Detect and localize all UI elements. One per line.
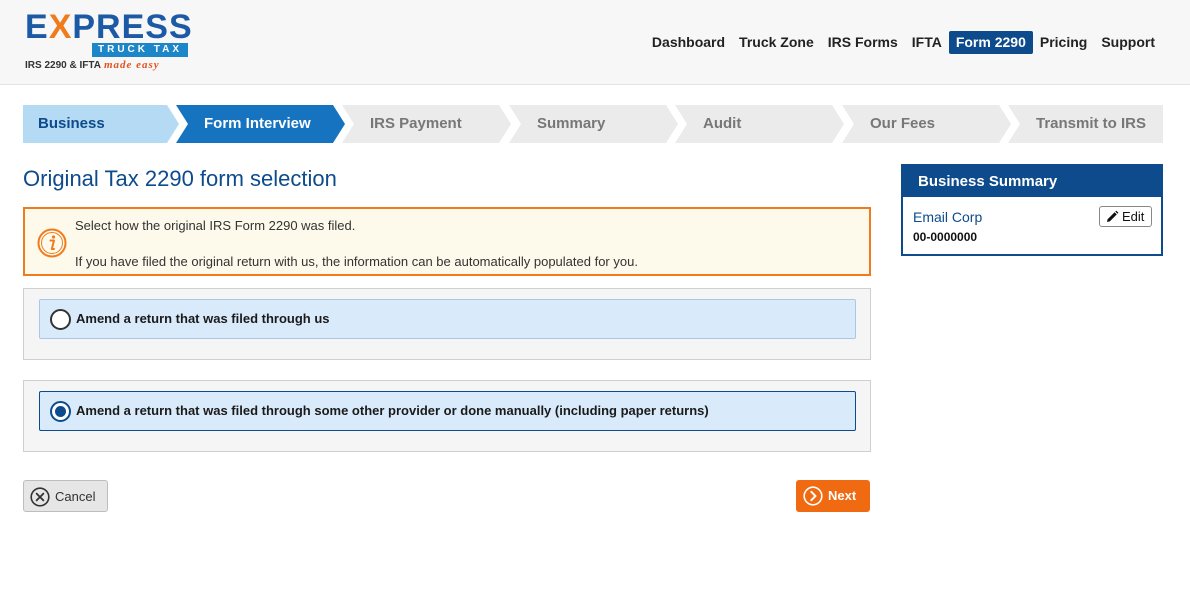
option-filed-through-us[interactable]: Amend a return that was filed through us [39,299,856,339]
business-summary-title: Business Summary [903,166,1161,197]
logo-wordmark: EXPRESS [25,8,193,46]
info-icon [37,228,67,258]
nav-dashboard[interactable]: Dashboard [645,31,732,54]
nav-truck-zone[interactable]: Truck Zone [732,31,821,54]
pencil-icon [1107,210,1119,222]
logo-tagline: IRS 2290 & IFTA made easy [25,59,160,71]
option-panel-1: Amend a return that was filed through us [23,288,871,360]
option-label: Amend a return that was filed through so… [76,403,709,418]
step-label: Summary [537,115,606,132]
option-label: Amend a return that was filed through us [76,311,330,326]
page-title: Original Tax 2290 form selection [23,166,337,191]
step-label: Our Fees [870,115,936,132]
logo[interactable]: EXPRESS TRUCK TAX IRS 2290 & IFTA made ea… [25,8,195,74]
business-name: Email Corp [913,209,983,225]
edit-business-button[interactable]: Edit [1099,206,1152,227]
nav-ifta[interactable]: IFTA [905,31,949,54]
nav-support[interactable]: Support [1094,31,1162,54]
info-text-line-2: If you have filed the original return wi… [75,254,638,269]
cancel-label: Cancel [55,489,96,504]
next-label: Next [828,488,857,503]
logo-band: TRUCK TAX [92,43,188,57]
header: EXPRESS TRUCK TAX IRS 2290 & IFTA made ea… [0,0,1190,85]
cancel-circle-x-icon [30,487,50,507]
business-ein: 00-0000000 [913,230,978,244]
radio-button[interactable] [50,309,71,330]
option-panel-2: Amend a return that was filed through so… [23,380,871,452]
info-text-line-1: Select how the original IRS Form 2290 wa… [75,218,356,233]
nav-pricing[interactable]: Pricing [1033,31,1094,54]
next-button[interactable]: Next [796,480,870,512]
nav-irs-forms[interactable]: IRS Forms [821,31,905,54]
radio-button-selected[interactable] [50,401,71,422]
step-label: Form Interview [204,115,311,132]
nav-form-2290[interactable]: Form 2290 [948,31,1033,54]
business-summary-panel: Business Summary Email Corp 00-0000000 E… [901,164,1163,256]
chevron-right-circle-icon [803,486,823,506]
progress-steps: Business Form Interview IRS Payment Summ… [23,105,1163,143]
step-label: Business [38,115,105,132]
top-nav: Dashboard Truck Zone IRS Forms IFTA Form… [645,31,1162,54]
step-label: Audit [703,115,742,132]
step-label: Transmit to IRS [1036,115,1147,132]
step-label: IRS Payment [370,115,462,132]
step-shape [675,105,844,143]
option-filed-elsewhere[interactable]: Amend a return that was filed through so… [39,391,856,431]
info-notice: Select how the original IRS Form 2290 wa… [23,207,871,276]
cancel-button[interactable]: Cancel [23,480,108,512]
edit-label: Edit [1122,209,1145,224]
